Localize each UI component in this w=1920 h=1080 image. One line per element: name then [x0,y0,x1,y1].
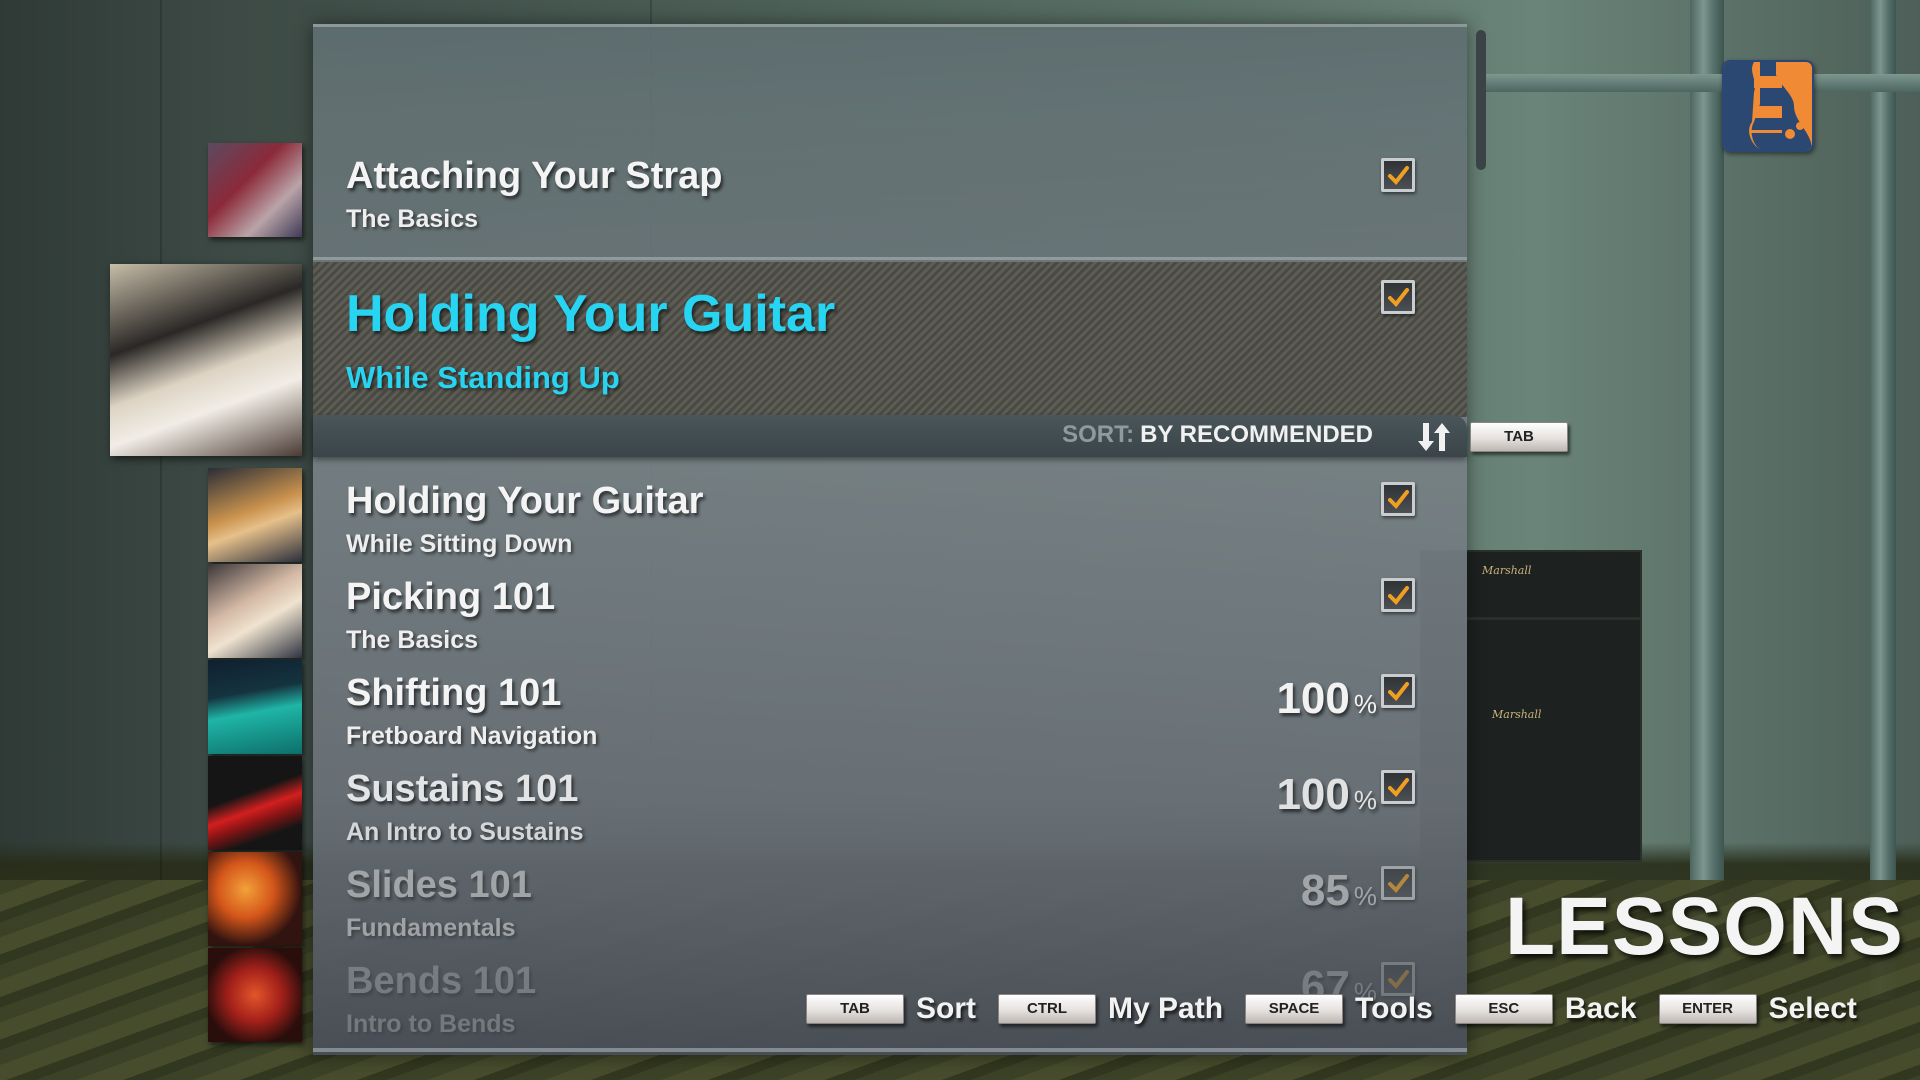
lesson-title: Shifting 101 [346,672,562,714]
percent-value: 100 [1276,674,1350,723]
percent-symbol: % [1353,881,1377,911]
hint-tools[interactable]: SPACE Tools [1245,992,1433,1026]
lesson-row-shifting[interactable]: Shifting 101 Fretboard Navigation 100% [313,662,1467,758]
lesson-thumbnail-orange-slide [208,852,302,946]
screen-title: LESSONS [1505,881,1904,972]
hint-label: Select [1768,992,1857,1025]
lesson-subtitle: The Basics [346,205,479,233]
hint-my-path[interactable]: CTRL My Path [998,992,1223,1026]
hint-label: Back [1564,992,1637,1025]
percent-symbol: % [1353,785,1377,815]
lesson-thumbnail-teal-fretboard [208,660,302,754]
lesson-percent: 85% [1301,866,1377,916]
checkmark-icon [1388,778,1409,798]
lesson-title: Picking 101 [346,576,556,618]
keycap-esc[interactable]: ESC [1454,994,1553,1024]
lesson-row-sustains[interactable]: Sustains 101 An Intro to Sustains 100% [313,758,1467,854]
sort-arrows-icon[interactable] [1417,421,1451,453]
checkmark-icon [1388,490,1409,510]
sort-bar[interactable]: SORT: BY RECOMMENDED [313,415,1467,457]
checkmark-icon [1388,288,1409,308]
lesson-row-holding-sitting[interactable]: Holding Your Guitar While Sitting Down [313,470,1467,566]
list-scrollbar[interactable] [1476,30,1486,170]
lesson-row-slides[interactable]: Slides 101 Fundamentals 85% [313,854,1467,950]
lesson-subtitle: The Basics [346,626,479,654]
panel-bottom-edge [313,1048,1467,1052]
completed-checkbox [1381,158,1415,192]
key-hints-bar: TAB Sort CTRL My Path SPACE Tools ESC Ba… [806,992,1879,1026]
completed-checkbox [1381,770,1415,804]
checkmark-icon [1388,874,1409,894]
keycap-ctrl[interactable]: CTRL [998,994,1096,1024]
lesson-percent: 100% [1276,770,1377,820]
lesson-thumbnail-picking-hand [208,564,302,658]
hint-label: My Path [1108,992,1224,1025]
completed-checkbox [1381,482,1415,516]
checkmark-icon [1388,586,1409,606]
completed-checkbox [1381,962,1415,996]
checkmark-icon [1388,682,1409,702]
lesson-title: Holding Your Guitar [346,480,704,522]
completed-checkbox [1381,674,1415,708]
lesson-thumbnail-guitarist-red-guitar [208,143,302,237]
sort-tab-key[interactable]: TAB [1470,422,1568,452]
lesson-subtitle: Fretboard Navigation [346,722,598,750]
lesson-percent: 100% [1276,674,1377,724]
sort-value: BY RECOMMENDED [1140,421,1373,448]
hint-label: Sort [916,992,976,1025]
keycap-tab[interactable]: TAB [806,994,904,1024]
checkmark-icon [1388,166,1409,186]
lesson-title: Attaching Your Strap [346,155,723,197]
wall-pipe-horizontal [1480,74,1920,92]
lesson-subtitle: While Standing Up [346,360,620,395]
hint-label: Tools [1355,992,1433,1025]
lesson-title: Holding Your Guitar [346,285,836,343]
lesson-title: Bends 101 [346,960,537,1002]
lesson-subtitle: While Sitting Down [346,530,573,558]
percent-value: 85 [1300,866,1350,915]
lesson-thumbnail-guitarist-standing [110,264,302,456]
hint-sort[interactable]: TAB Sort [806,992,976,1026]
hint-back[interactable]: ESC Back [1454,992,1637,1026]
lesson-row-picking[interactable]: Picking 101 The Basics [313,566,1467,662]
lesson-title: Sustains 101 [346,768,579,810]
checkmark-icon [1388,970,1409,990]
percent-value: 100 [1276,770,1350,819]
completed-checkbox [1381,280,1415,314]
lesson-thumbnail-guitarist-sitting [208,468,302,562]
lesson-row-holding-standing-selected[interactable]: Holding Your Guitar While Standing Up [313,262,1467,417]
completed-checkbox [1381,578,1415,612]
lesson-subtitle: An Intro to Sustains [346,818,584,846]
keycap-enter[interactable]: ENTER [1658,994,1757,1024]
lesson-title: Slides 101 [346,864,532,906]
lesson-subtitle: Fundamentals [346,914,516,942]
wall-pipe [1690,0,1724,1000]
hint-select[interactable]: ENTER Select [1658,992,1857,1026]
sort-label: SORT: BY RECOMMENDED [1062,421,1373,449]
completed-checkbox [1381,866,1415,900]
lesson-thumbnail-red-sustain [208,756,302,850]
lesson-row-attaching-strap[interactable]: Attaching Your Strap The Basics [313,110,1467,260]
lesson-subtitle: Intro to Bends [346,1010,516,1038]
wall-pipe [1870,0,1896,1000]
lesson-thumbnail-red-bend [208,948,302,1042]
keycap-space[interactable]: SPACE [1245,994,1344,1024]
sort-prefix: SORT: [1062,421,1135,448]
electric-guitar-icon [1722,60,1814,152]
percent-symbol: % [1353,689,1377,719]
